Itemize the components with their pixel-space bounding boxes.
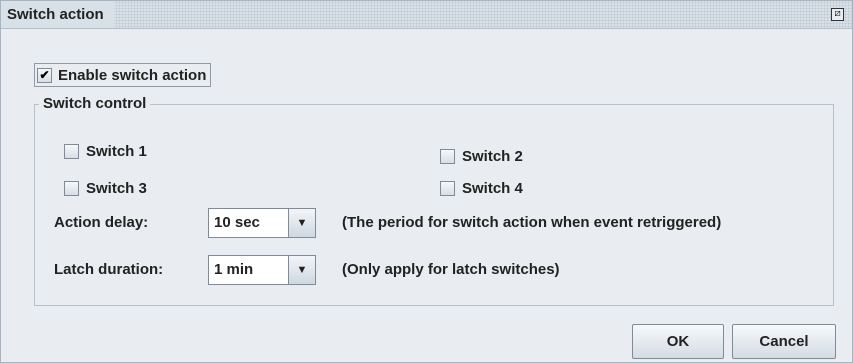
action-delay-value: 10 sec	[214, 214, 260, 231]
latch-duration-value: 1 min	[214, 261, 254, 278]
latch-duration-note: (Only apply for latch switches)	[342, 261, 560, 278]
action-delay-select[interactable]: 10 sec ▼	[208, 208, 316, 238]
switch-1-checkbox[interactable]: Switch 1	[64, 141, 147, 161]
switch-4-checkbox[interactable]: Switch 4	[440, 178, 523, 198]
checkbox-icon[interactable]	[440, 180, 455, 196]
checkbox-icon[interactable]	[440, 148, 455, 164]
action-delay-label: Action delay:	[54, 214, 149, 231]
ok-button[interactable]: OK	[632, 324, 724, 359]
switch-action-dialog: Switch action ⧄ ✔ Enable switch action S…	[0, 0, 853, 363]
latch-duration-select[interactable]: 1 min ▼	[208, 255, 316, 285]
chevron-down-icon[interactable]: ▼	[288, 256, 315, 284]
title-bar[interactable]: Switch action ⧄	[1, 1, 852, 29]
enable-switch-action-label: Enable switch action	[58, 66, 207, 84]
restore-icon[interactable]: ⧄	[831, 8, 844, 21]
switch-1-label: Switch 1	[86, 142, 147, 160]
action-delay-note: (The period for switch action when event…	[342, 214, 722, 231]
switch-2-label: Switch 2	[462, 147, 523, 165]
enable-switch-action-checkbox[interactable]: ✔ Enable switch action	[34, 63, 212, 87]
checkbox-icon[interactable]	[64, 180, 79, 196]
checkbox-icon[interactable]	[64, 143, 79, 159]
switch-3-label: Switch 3	[86, 179, 147, 197]
cancel-button[interactable]: Cancel	[732, 324, 836, 359]
window-title: Switch action	[1, 1, 114, 28]
switch-4-label: Switch 4	[462, 179, 523, 197]
switch-control-legend: Switch control	[39, 94, 151, 114]
chevron-down-icon[interactable]: ▼	[288, 209, 315, 237]
switch-2-checkbox[interactable]: Switch 2	[440, 146, 523, 166]
switch-3-checkbox[interactable]: Switch 3	[64, 178, 147, 198]
latch-duration-label: Latch duration:	[54, 261, 164, 278]
checkbox-checked-icon[interactable]: ✔	[37, 67, 52, 83]
